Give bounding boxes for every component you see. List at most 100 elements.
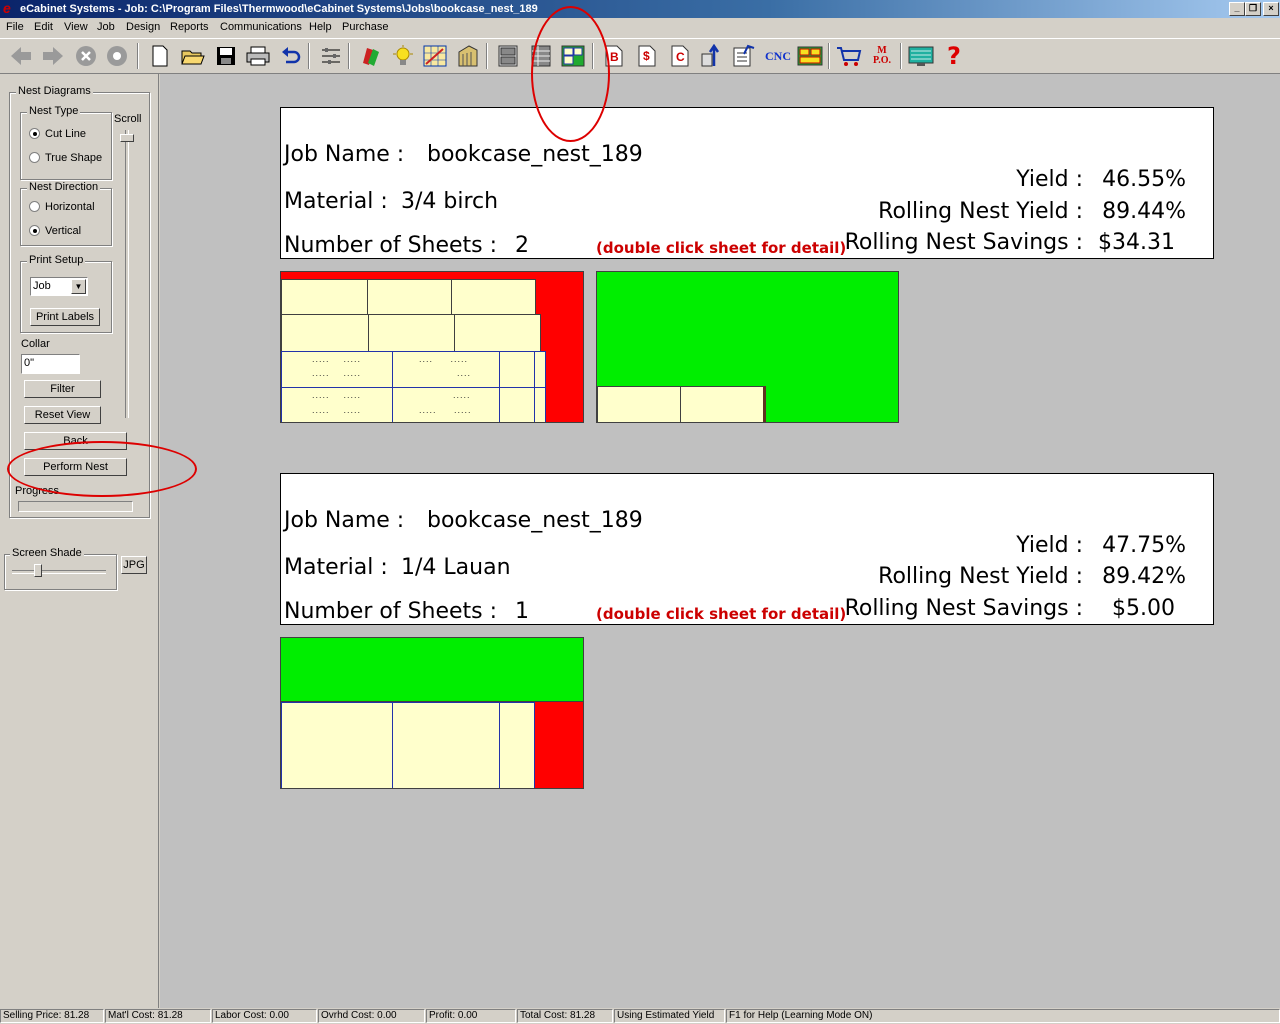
back-arrow-icon[interactable] <box>8 43 34 69</box>
nest-view: Job Name : bookcase_nest_189 Material : … <box>160 74 1280 1008</box>
print-setup-select[interactable]: Job ▼ <box>30 277 88 296</box>
scroll-thumb[interactable] <box>120 134 134 142</box>
menu-design[interactable]: Design <box>126 21 160 33</box>
collar-label: Collar <box>21 338 50 350</box>
filter-button[interactable]: Filter <box>24 380 101 398</box>
bid-report-letter: B <box>610 50 619 64</box>
cutlist-report-letter: C <box>676 50 685 64</box>
detail-hint: (double click sheet for detail) <box>596 239 847 257</box>
print-setup-label: Print Setup <box>27 254 86 266</box>
yield-label: Yield : <box>1016 167 1083 192</box>
open-folder-icon[interactable] <box>180 43 206 69</box>
refresh-icon[interactable] <box>104 43 130 69</box>
chevron-down-icon[interactable]: ▼ <box>71 279 86 294</box>
menu-purchase[interactable]: Purchase <box>342 21 388 33</box>
light-bulb-icon[interactable] <box>390 43 416 69</box>
shopping-cart-icon[interactable] <box>836 43 862 69</box>
sheets-label: Number of Sheets : <box>284 599 498 624</box>
nest-type-group <box>20 112 112 180</box>
scroll-track[interactable] <box>125 130 129 418</box>
nested-part <box>597 386 681 422</box>
mpo-icon[interactable]: M P.O. <box>869 43 895 69</box>
nested-part <box>281 702 393 788</box>
job-name-label: Job Name : <box>284 508 405 533</box>
minimize-button[interactable]: _ <box>1229 2 1245 16</box>
monitor-icon[interactable] <box>908 43 934 69</box>
vertical-radio[interactable] <box>29 225 40 236</box>
nested-part <box>499 387 535 422</box>
nested-part <box>534 387 546 422</box>
rolling-yield-label: Rolling Nest Yield : <box>878 564 1083 589</box>
new-file-icon[interactable] <box>147 43 173 69</box>
nest-sheet[interactable] <box>280 637 584 789</box>
nest-sheet[interactable]: ..... .......... ..... .... ......... ..… <box>280 271 584 423</box>
print-icon[interactable] <box>245 43 271 69</box>
screen-shade-label: Screen Shade <box>10 547 84 559</box>
material-label: Material : <box>284 555 388 580</box>
horizontal-radio[interactable] <box>29 201 40 212</box>
undo-icon[interactable] <box>278 43 304 69</box>
app-icon[interactable]: e <box>3 1 17 15</box>
settings-sliders-icon[interactable] <box>318 43 344 69</box>
material-value: 1/4 Lauan <box>401 555 511 580</box>
nested-part: .......... ..... <box>392 387 500 422</box>
menu-edit[interactable]: Edit <box>34 21 53 33</box>
yield-mode: Using Estimated Yield <box>614 1009 725 1023</box>
layout-icon[interactable] <box>797 43 823 69</box>
cabinet-3d-icon[interactable] <box>455 43 481 69</box>
cnc-icon[interactable]: CNC <box>763 43 793 69</box>
jpg-button[interactable]: JPG <box>121 556 147 574</box>
nest-direction-label: Nest Direction <box>27 181 101 193</box>
menu-reports[interactable]: Reports <box>170 21 209 33</box>
checklist-icon[interactable] <box>731 43 757 69</box>
nested-part: ..... .......... ..... <box>281 351 393 388</box>
nested-part <box>534 351 546 388</box>
forward-arrow-icon[interactable] <box>40 43 66 69</box>
print-labels-button[interactable]: Print Labels <box>30 308 100 326</box>
sheets-value: 2 <box>515 233 529 258</box>
true-shape-radio[interactable] <box>29 152 40 163</box>
menu-job[interactable]: Job <box>97 21 115 33</box>
rolling-savings-label: Rolling Nest Savings : <box>844 230 1083 255</box>
progress-bar <box>18 501 133 512</box>
toolbar-separator <box>308 43 310 69</box>
menu-communications[interactable]: Communications <box>220 21 302 33</box>
profit: Profit: 0.00 <box>426 1009 516 1023</box>
save-icon[interactable] <box>213 43 239 69</box>
export-icon[interactable] <box>699 43 725 69</box>
help-hint: F1 for Help (Learning Mode ON) <box>726 1009 1280 1023</box>
screen-shade-slider-thumb[interactable] <box>34 564 42 577</box>
material-swatch-icon[interactable] <box>357 43 383 69</box>
rolling-yield-value: 89.42% <box>1102 564 1186 589</box>
help-icon[interactable]: ? <box>941 42 967 70</box>
left-panel: Nest Diagrams Scroll Nest Type Cut Line … <box>0 74 159 1008</box>
collar-input[interactable]: 0" <box>21 354 80 374</box>
toolbar-separator <box>900 43 902 69</box>
cutlist-report-icon[interactable]: C <box>667 43 693 69</box>
rolling-yield-value: 89.44% <box>1102 199 1186 224</box>
cut-line-radio[interactable] <box>29 128 40 139</box>
cost-report-icon[interactable]: $ <box>634 43 660 69</box>
stop-icon[interactable] <box>73 43 99 69</box>
nest-info-box: Job Name : bookcase_nest_189 Material : … <box>280 473 1214 625</box>
close-button[interactable]: × <box>1263 2 1279 16</box>
menu-help[interactable]: Help <box>309 21 332 33</box>
horizontal-label: Horizontal <box>45 201 95 213</box>
nest-sheet[interactable] <box>596 271 899 423</box>
yield-value: 46.55% <box>1102 167 1186 192</box>
drawing-grid-icon[interactable] <box>422 43 448 69</box>
toolbar-separator <box>828 43 830 69</box>
overhead-cost: Ovrhd Cost: 0.00 <box>318 1009 425 1023</box>
restore-button[interactable]: ❐ <box>1245 2 1261 16</box>
menu-view[interactable]: View <box>64 21 88 33</box>
nested-part <box>454 314 541 352</box>
material-cost: Mat'l Cost: 81.28 <box>105 1009 211 1023</box>
reset-view-button[interactable]: Reset View <box>24 406 101 424</box>
scroll-label: Scroll <box>112 113 144 125</box>
menu-file[interactable]: File <box>6 21 24 33</box>
screen-shade-slider-track[interactable] <box>12 570 106 574</box>
nested-part <box>368 314 455 352</box>
cabinet-elevation-icon[interactable] <box>495 43 521 69</box>
nested-part <box>392 702 500 788</box>
nested-part <box>451 279 536 315</box>
